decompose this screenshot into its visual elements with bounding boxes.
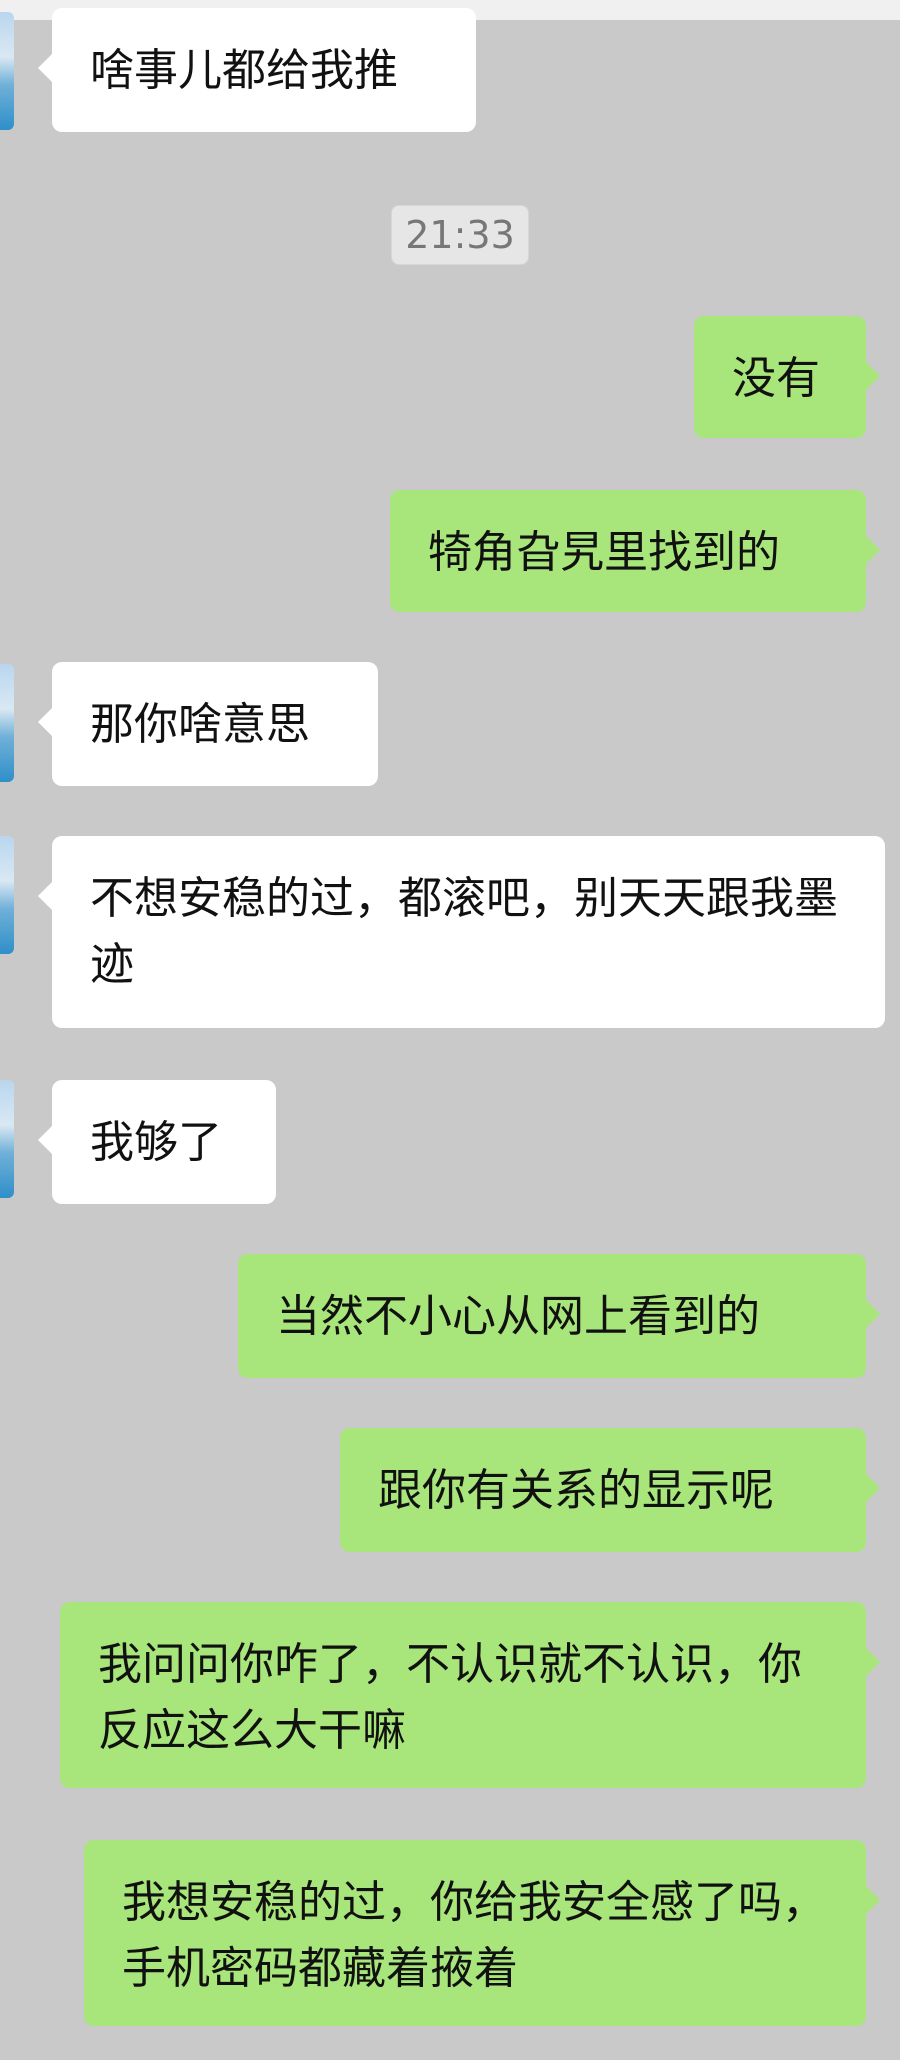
message-bubble-outgoing[interactable]: 跟你有关系的显示呢	[340, 1428, 880, 1552]
message-bubble-outgoing[interactable]: 当然不小心从网上看到的	[238, 1254, 880, 1378]
message-timestamp: 21:33	[391, 205, 529, 265]
message-bubble-incoming[interactable]: 不想安稳的过，都滚吧，别天天跟我墨迹	[38, 836, 885, 1028]
message-bubble-outgoing[interactable]: 犄角旮旯里找到的	[390, 490, 880, 612]
message-bubble-incoming[interactable]: 啥事儿都给我推	[38, 8, 476, 132]
message-bubble-incoming[interactable]: 那你啥意思	[38, 662, 378, 786]
message-bubble-outgoing[interactable]: 我问问你咋了，不认识就不认识，你反应这么大干嘛	[60, 1602, 880, 1788]
message-bubble-outgoing[interactable]: 没有	[694, 316, 880, 438]
message-bubble-incoming[interactable]: 我够了	[38, 1080, 276, 1204]
contact-avatar[interactable]	[0, 12, 14, 130]
message-bubble-outgoing[interactable]: 我想安稳的过，你给我安全感了吗，手机密码都藏着掖着	[84, 1840, 880, 2026]
contact-avatar[interactable]	[0, 836, 14, 954]
contact-avatar[interactable]	[0, 1080, 14, 1198]
contact-avatar[interactable]	[0, 664, 14, 782]
